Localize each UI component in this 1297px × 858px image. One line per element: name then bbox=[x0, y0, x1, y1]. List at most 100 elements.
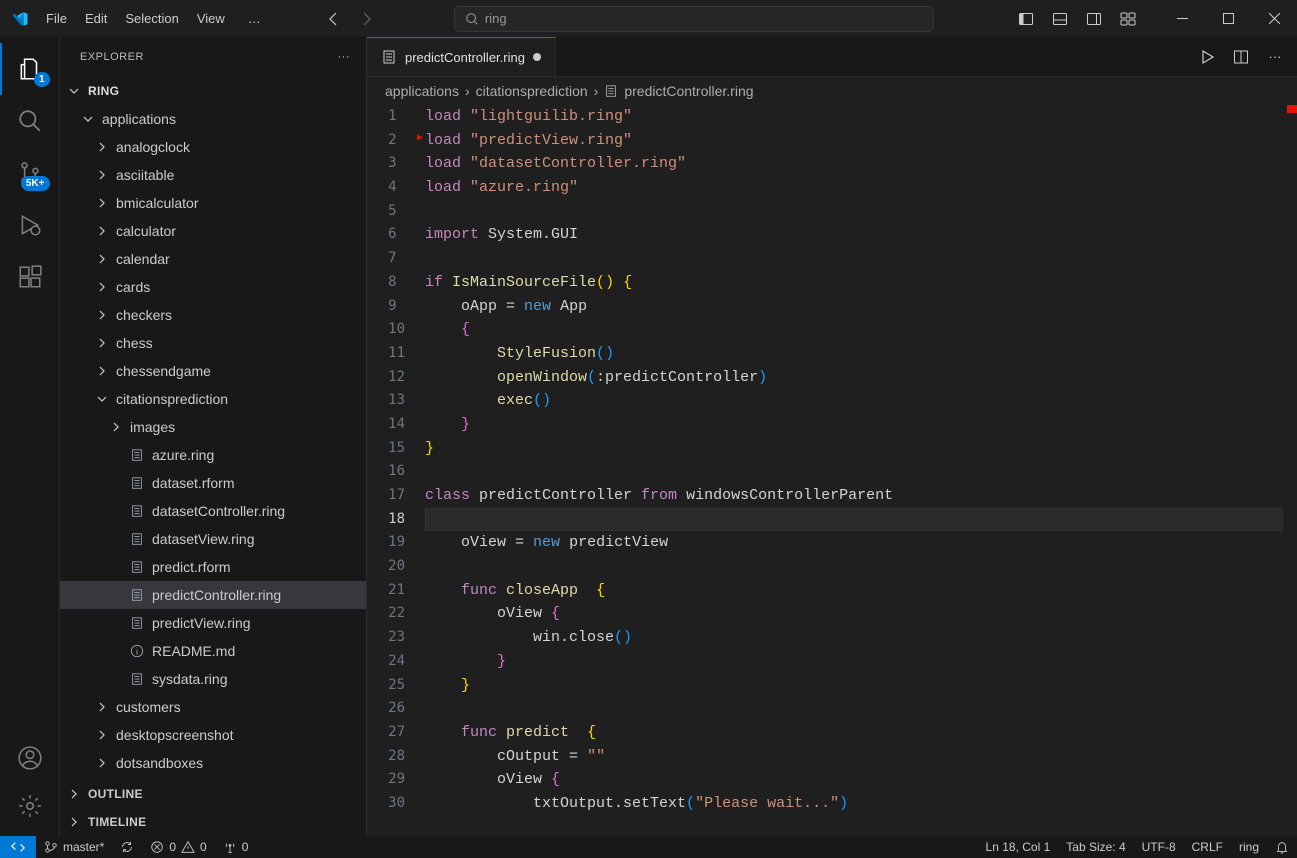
code-line[interactable]: oApp = new App bbox=[425, 295, 1283, 319]
layout-panel-icon[interactable] bbox=[1043, 6, 1077, 32]
nav-back-icon[interactable] bbox=[321, 6, 347, 32]
status-branch[interactable]: master* bbox=[36, 836, 112, 858]
code-line[interactable]: } bbox=[425, 650, 1283, 674]
code-line[interactable]: func closeApp { bbox=[425, 579, 1283, 603]
tree-file[interactable]: datasetView.ring bbox=[60, 525, 366, 553]
line-number[interactable]: 8 bbox=[388, 271, 405, 295]
line-number[interactable]: 14 bbox=[388, 413, 405, 437]
code-line[interactable] bbox=[425, 460, 1283, 484]
line-number[interactable]: 6 bbox=[388, 223, 405, 247]
line-number[interactable]: 20 bbox=[388, 555, 405, 579]
code-line[interactable]: import System.GUI bbox=[425, 223, 1283, 247]
menu-file[interactable]: File bbox=[37, 5, 76, 32]
code-line[interactable]: win.close() bbox=[425, 626, 1283, 650]
tree-folder[interactable]: images bbox=[60, 413, 366, 441]
breadcrumb[interactable]: applications › citationsprediction › pre… bbox=[367, 77, 1297, 105]
tree-folder[interactable]: customers bbox=[60, 693, 366, 721]
code-line[interactable]: } bbox=[425, 674, 1283, 698]
code-line[interactable]: oView { bbox=[425, 602, 1283, 626]
line-number[interactable]: 2 bbox=[388, 129, 405, 153]
menu-view[interactable]: View bbox=[188, 5, 234, 32]
tree-file[interactable]: predict.rform bbox=[60, 553, 366, 581]
code-line[interactable] bbox=[425, 555, 1283, 579]
line-number[interactable]: 22 bbox=[388, 602, 405, 626]
layout-customize-icon[interactable] bbox=[1111, 6, 1145, 32]
code-line[interactable] bbox=[425, 200, 1283, 224]
tree-folder[interactable]: calculator bbox=[60, 217, 366, 245]
line-number[interactable]: 17 bbox=[388, 484, 405, 508]
gutter[interactable]: ▶ 12345678910111213141516171819202122232… bbox=[367, 105, 425, 836]
remote-indicator-icon[interactable] bbox=[0, 836, 36, 858]
breadcrumb-segment[interactable]: predictController.ring bbox=[624, 83, 753, 99]
command-center-search[interactable]: ring bbox=[454, 6, 934, 32]
activity-settings-icon[interactable] bbox=[0, 782, 60, 830]
status-cursor-position[interactable]: Ln 18, Col 1 bbox=[978, 836, 1059, 858]
activity-source-control-icon[interactable]: 5K+ bbox=[0, 147, 60, 199]
line-number[interactable]: 12 bbox=[388, 366, 405, 390]
status-eol[interactable]: CRLF bbox=[1184, 836, 1231, 858]
line-number[interactable]: 1 bbox=[388, 105, 405, 129]
window-close-icon[interactable] bbox=[1251, 0, 1297, 37]
code-line[interactable]: oView { bbox=[425, 768, 1283, 792]
line-number[interactable]: 15 bbox=[388, 437, 405, 461]
nav-forward-icon[interactable] bbox=[353, 6, 379, 32]
line-number[interactable]: 5 bbox=[388, 200, 405, 224]
more-icon[interactable]: ··· bbox=[1261, 43, 1289, 71]
code-area[interactable]: load "lightguilib.ring"load "predictView… bbox=[425, 105, 1283, 836]
status-sync-icon[interactable] bbox=[112, 836, 142, 858]
tree-folder[interactable]: calendar bbox=[60, 245, 366, 273]
code-line[interactable]: cOutput = "" bbox=[425, 745, 1283, 769]
split-editor-icon[interactable] bbox=[1227, 43, 1255, 71]
tree-file[interactable]: predictView.ring bbox=[60, 609, 366, 637]
code-line[interactable]: load "azure.ring" bbox=[425, 176, 1283, 200]
code-line[interactable]: load "lightguilib.ring" bbox=[425, 105, 1283, 129]
tree-file[interactable]: sysdata.ring bbox=[60, 665, 366, 693]
activity-accounts-icon[interactable] bbox=[0, 734, 60, 782]
tree-file[interactable]: dataset.rform bbox=[60, 469, 366, 497]
layout-sidebar-left-icon[interactable] bbox=[1009, 6, 1043, 32]
line-number[interactable]: 27 bbox=[388, 721, 405, 745]
tree-folder[interactable]: cards bbox=[60, 273, 366, 301]
activity-search-icon[interactable] bbox=[0, 95, 60, 147]
sidebar-more-icon[interactable]: ··· bbox=[338, 51, 351, 63]
tree-file[interactable]: README.md bbox=[60, 637, 366, 665]
window-maximize-icon[interactable] bbox=[1205, 0, 1251, 37]
menu-selection[interactable]: Selection bbox=[116, 5, 187, 32]
activity-explorer-icon[interactable]: 1 bbox=[0, 43, 60, 95]
menu-overflow-icon[interactable]: … bbox=[240, 5, 269, 32]
tree-folder[interactable]: chessendgame bbox=[60, 357, 366, 385]
line-number[interactable]: 9 bbox=[388, 295, 405, 319]
code-line[interactable]: if IsMainSourceFile() { bbox=[425, 271, 1283, 295]
line-number[interactable]: 25 bbox=[388, 674, 405, 698]
status-indentation[interactable]: Tab Size: 4 bbox=[1058, 836, 1133, 858]
line-number[interactable]: 24 bbox=[388, 650, 405, 674]
status-ports[interactable]: 0 bbox=[215, 836, 257, 858]
tree-folder[interactable]: asciitable bbox=[60, 161, 366, 189]
tree-file[interactable]: predictController.ring bbox=[60, 581, 366, 609]
tree-folder[interactable]: checkers bbox=[60, 301, 366, 329]
code-line[interactable]: { bbox=[425, 318, 1283, 342]
code-line[interactable] bbox=[425, 508, 1283, 532]
overview-ruler[interactable] bbox=[1283, 105, 1297, 836]
tree-root[interactable]: RING bbox=[60, 77, 366, 105]
code-line[interactable]: } bbox=[425, 437, 1283, 461]
line-number[interactable]: 28 bbox=[388, 745, 405, 769]
tree-folder[interactable]: desktopscreenshot bbox=[60, 721, 366, 749]
code-line[interactable]: exec() bbox=[425, 389, 1283, 413]
line-number[interactable]: 3 bbox=[388, 152, 405, 176]
status-language[interactable]: ring bbox=[1231, 836, 1267, 858]
code-line[interactable] bbox=[425, 697, 1283, 721]
code-line[interactable] bbox=[425, 247, 1283, 271]
tab-active[interactable]: predictController.ring bbox=[367, 37, 556, 76]
line-number[interactable]: 10 bbox=[388, 318, 405, 342]
tree-folder[interactable]: chess bbox=[60, 329, 366, 357]
line-number[interactable]: 18 bbox=[388, 508, 405, 532]
tree-folder[interactable]: applications bbox=[60, 105, 366, 133]
line-number[interactable]: 21 bbox=[388, 579, 405, 603]
line-number[interactable]: 23 bbox=[388, 626, 405, 650]
line-number[interactable]: 11 bbox=[388, 342, 405, 366]
tree-folder[interactable]: analogclock bbox=[60, 133, 366, 161]
line-number[interactable]: 26 bbox=[388, 697, 405, 721]
tree-file[interactable]: azure.ring bbox=[60, 441, 366, 469]
line-number[interactable]: 16 bbox=[388, 460, 405, 484]
